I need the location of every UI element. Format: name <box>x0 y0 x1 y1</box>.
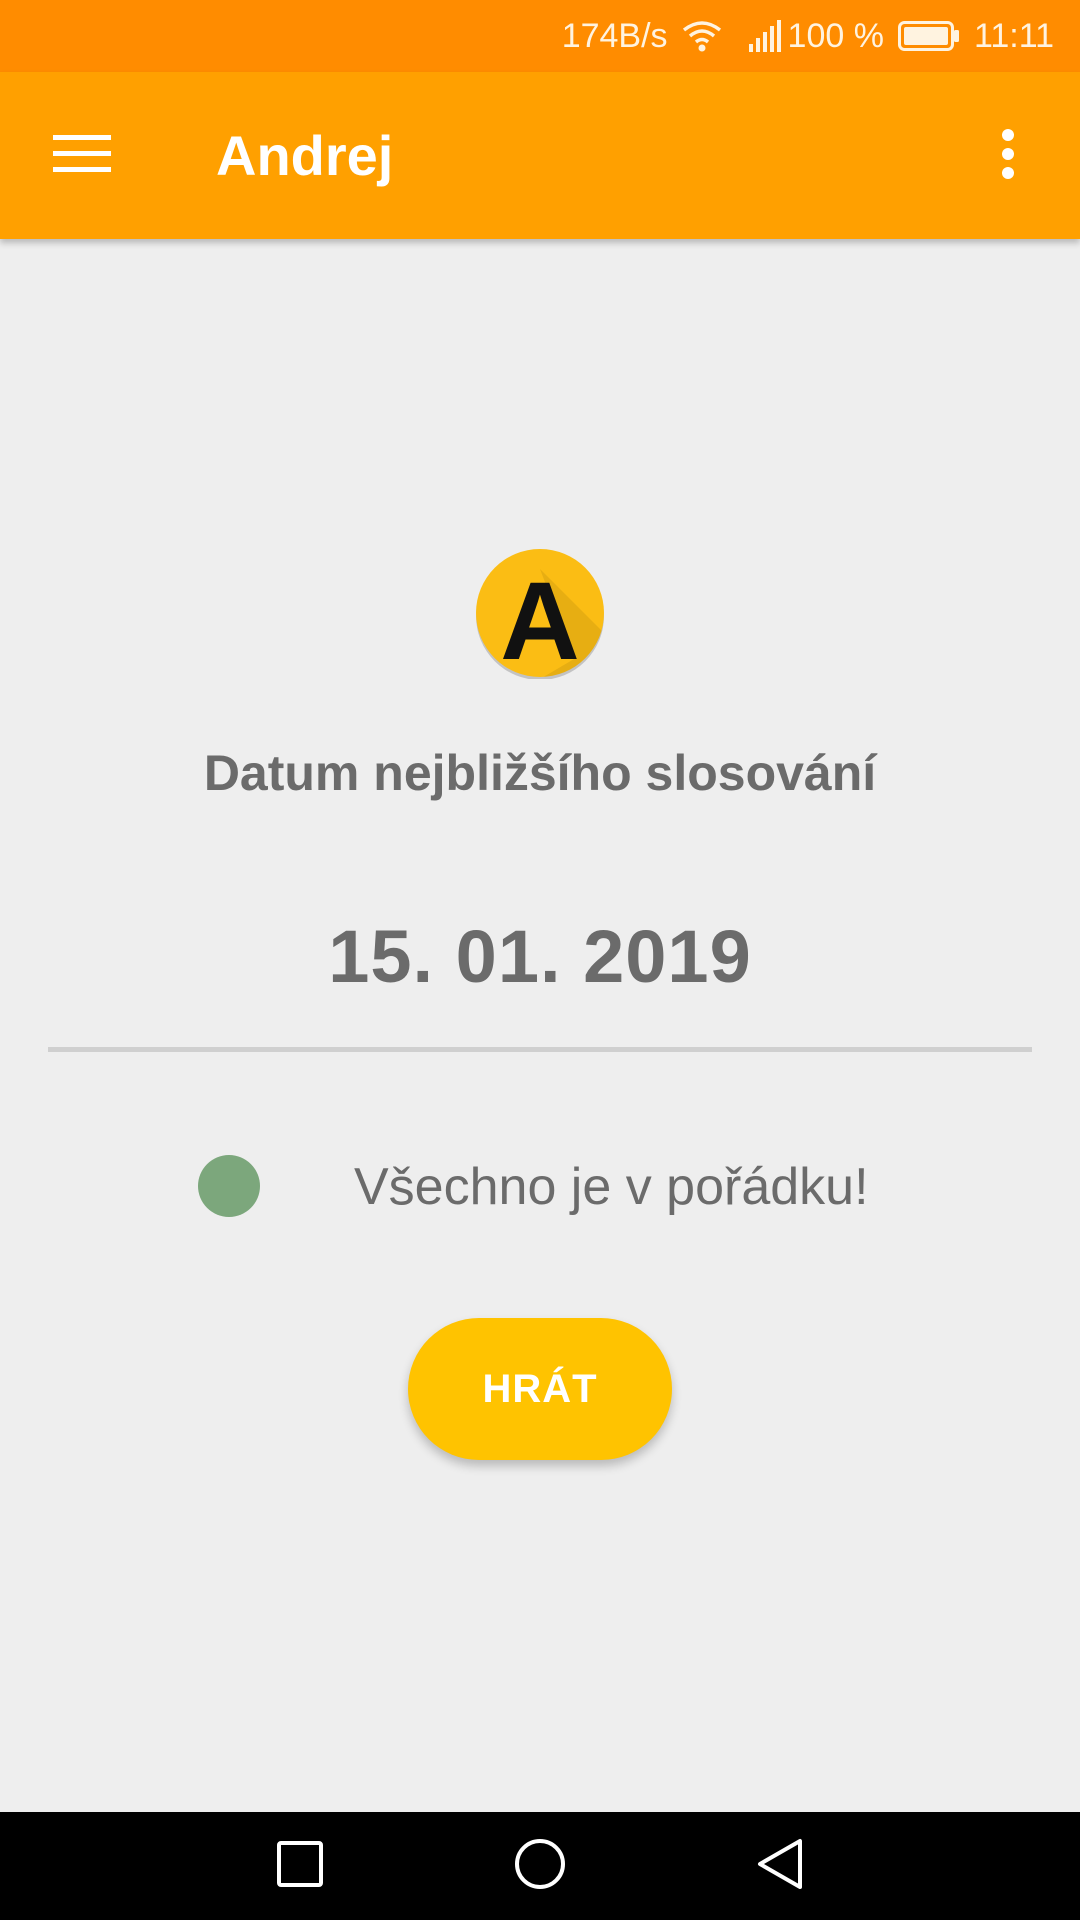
back-button[interactable] <box>740 1826 820 1906</box>
status-bar: 174B/s 100 % 11:11 <box>0 0 1080 72</box>
battery-percent: 100 % <box>787 16 884 55</box>
app-logo: A <box>474 547 606 683</box>
menu-button[interactable] <box>40 114 124 198</box>
menu-icon <box>53 133 111 180</box>
page-title: Andrej <box>216 124 394 187</box>
play-button[interactable]: HRÁT <box>408 1318 672 1460</box>
clock: 11:11 <box>973 16 1054 55</box>
app-bar: Andrej <box>0 72 1080 239</box>
divider <box>48 1047 1032 1052</box>
signal-icon <box>748 20 784 52</box>
status-message: Všechno je v pořádku! <box>354 1158 869 1216</box>
recent-apps-icon <box>276 1840 324 1893</box>
draw-date-label: Datum nejbližšího slosování <box>203 745 877 801</box>
draw-date-value: 15. 01. 2019 <box>328 915 752 998</box>
home-button[interactable] <box>500 1826 580 1906</box>
network-speed: 174B/s <box>561 16 668 55</box>
more-vert-icon <box>1001 128 1015 184</box>
wifi-icon <box>682 20 722 52</box>
play-button-label: HRÁT <box>482 1366 598 1411</box>
recent-apps-button[interactable] <box>260 1826 340 1906</box>
navigation-bar <box>0 1812 1080 1920</box>
more-options-button[interactable] <box>966 114 1050 198</box>
home-icon <box>513 1837 567 1896</box>
battery-icon <box>897 21 960 51</box>
status-indicator-dot <box>198 1155 260 1217</box>
back-icon <box>756 1838 804 1895</box>
logo-letter: A <box>500 560 579 679</box>
